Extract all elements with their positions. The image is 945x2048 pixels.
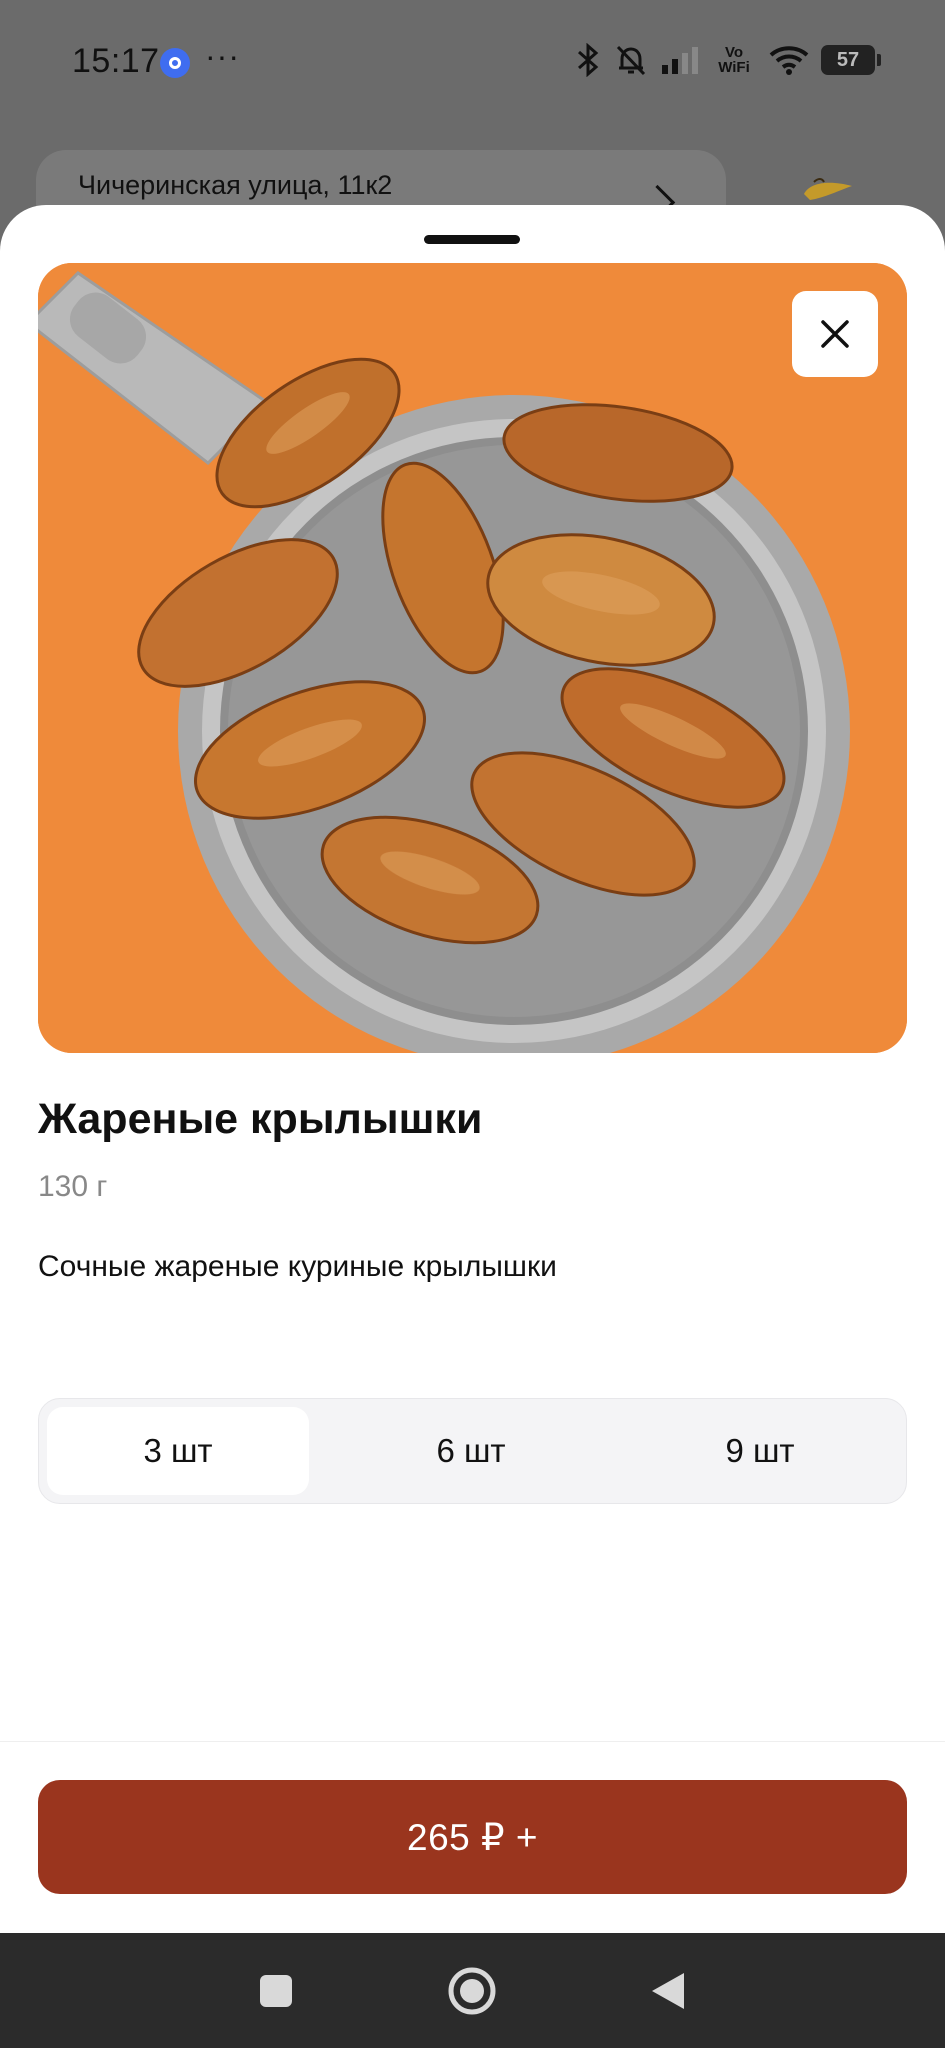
cellular-signal-icon (662, 47, 698, 74)
close-icon (821, 320, 849, 348)
vowifi-icon: Vo WiFi (711, 45, 757, 75)
bell-muted-icon (616, 45, 646, 76)
app-notification-icon (160, 48, 190, 78)
add-to-cart-button[interactable]: 265 ₽ + (38, 1780, 907, 1894)
wifi-icon (769, 46, 809, 75)
size-option-3[interactable]: 3 шт (47, 1407, 309, 1495)
size-option-6[interactable]: 6 шт (340, 1407, 602, 1495)
home-button[interactable] (412, 1933, 532, 2048)
product-title: Жареные крылышки (38, 1095, 483, 1143)
recent-apps-icon (260, 1974, 292, 2007)
home-icon (448, 1967, 496, 2014)
close-button[interactable] (792, 291, 878, 377)
brand-logo-icon (804, 178, 852, 200)
portion-size-selector: 3 шт 6 шт 9 шт (38, 1398, 907, 1504)
status-icons: Vo WiFi 57 (575, 42, 881, 78)
status-bar: 15:17 ··· Vo WiFi 57 (0, 0, 945, 124)
product-description: Сочные жареные куриные крылышки (38, 1250, 557, 1283)
product-weight: 130 г (38, 1170, 108, 1203)
delivery-address[interactable]: Чичеринская улица, 11к2 (78, 170, 392, 201)
bluetooth-icon (578, 43, 599, 77)
sheet-drag-handle[interactable] (424, 235, 520, 244)
more-notifications-icon: ··· (205, 38, 240, 74)
back-icon (652, 1972, 684, 2009)
product-sheet: Жареные крылышки 130 г Сочные жареные ку… (0, 205, 945, 1934)
system-navigation-bar (0, 1933, 945, 2048)
status-time: 15:17 (72, 42, 160, 80)
size-option-9[interactable]: 9 шт (629, 1407, 891, 1495)
fried-wings-illustration (38, 263, 907, 1053)
sheet-footer: 265 ₽ + (0, 1741, 945, 1934)
product-image (38, 263, 907, 1053)
battery-icon: 57 (821, 45, 881, 75)
vowifi-line2: WiFi (718, 59, 750, 76)
back-button[interactable] (608, 1933, 728, 2048)
recent-apps-button[interactable] (216, 1933, 336, 2048)
